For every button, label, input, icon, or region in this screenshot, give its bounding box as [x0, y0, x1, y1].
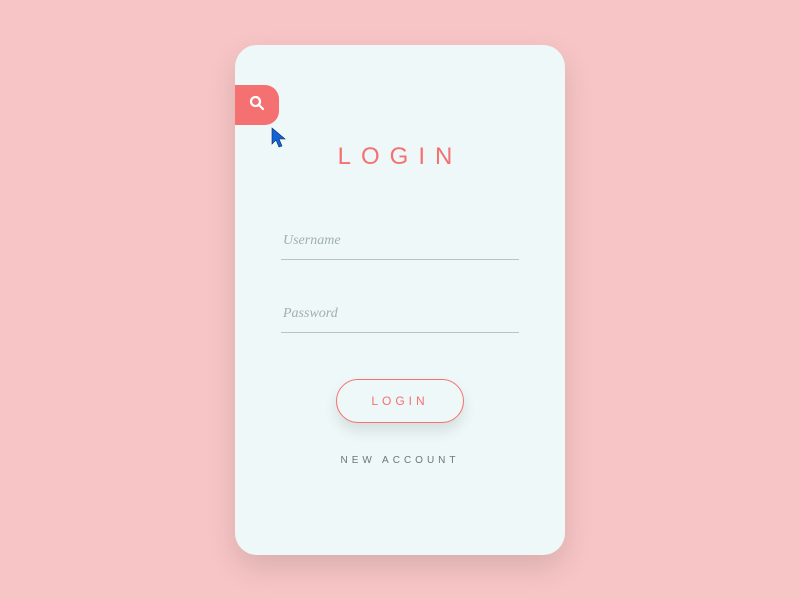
username-field[interactable] — [281, 227, 519, 260]
login-card: LOGIN LOGIN NEW ACCOUNT — [235, 45, 565, 555]
password-field[interactable] — [281, 300, 519, 333]
search-icon — [248, 94, 266, 117]
search-button[interactable] — [235, 85, 279, 125]
password-field-wrapper — [281, 300, 519, 333]
page-title: LOGIN — [281, 143, 519, 171]
username-field-wrapper — [281, 227, 519, 260]
new-account-link[interactable]: NEW ACCOUNT — [281, 455, 519, 466]
login-button[interactable]: LOGIN — [336, 379, 464, 423]
